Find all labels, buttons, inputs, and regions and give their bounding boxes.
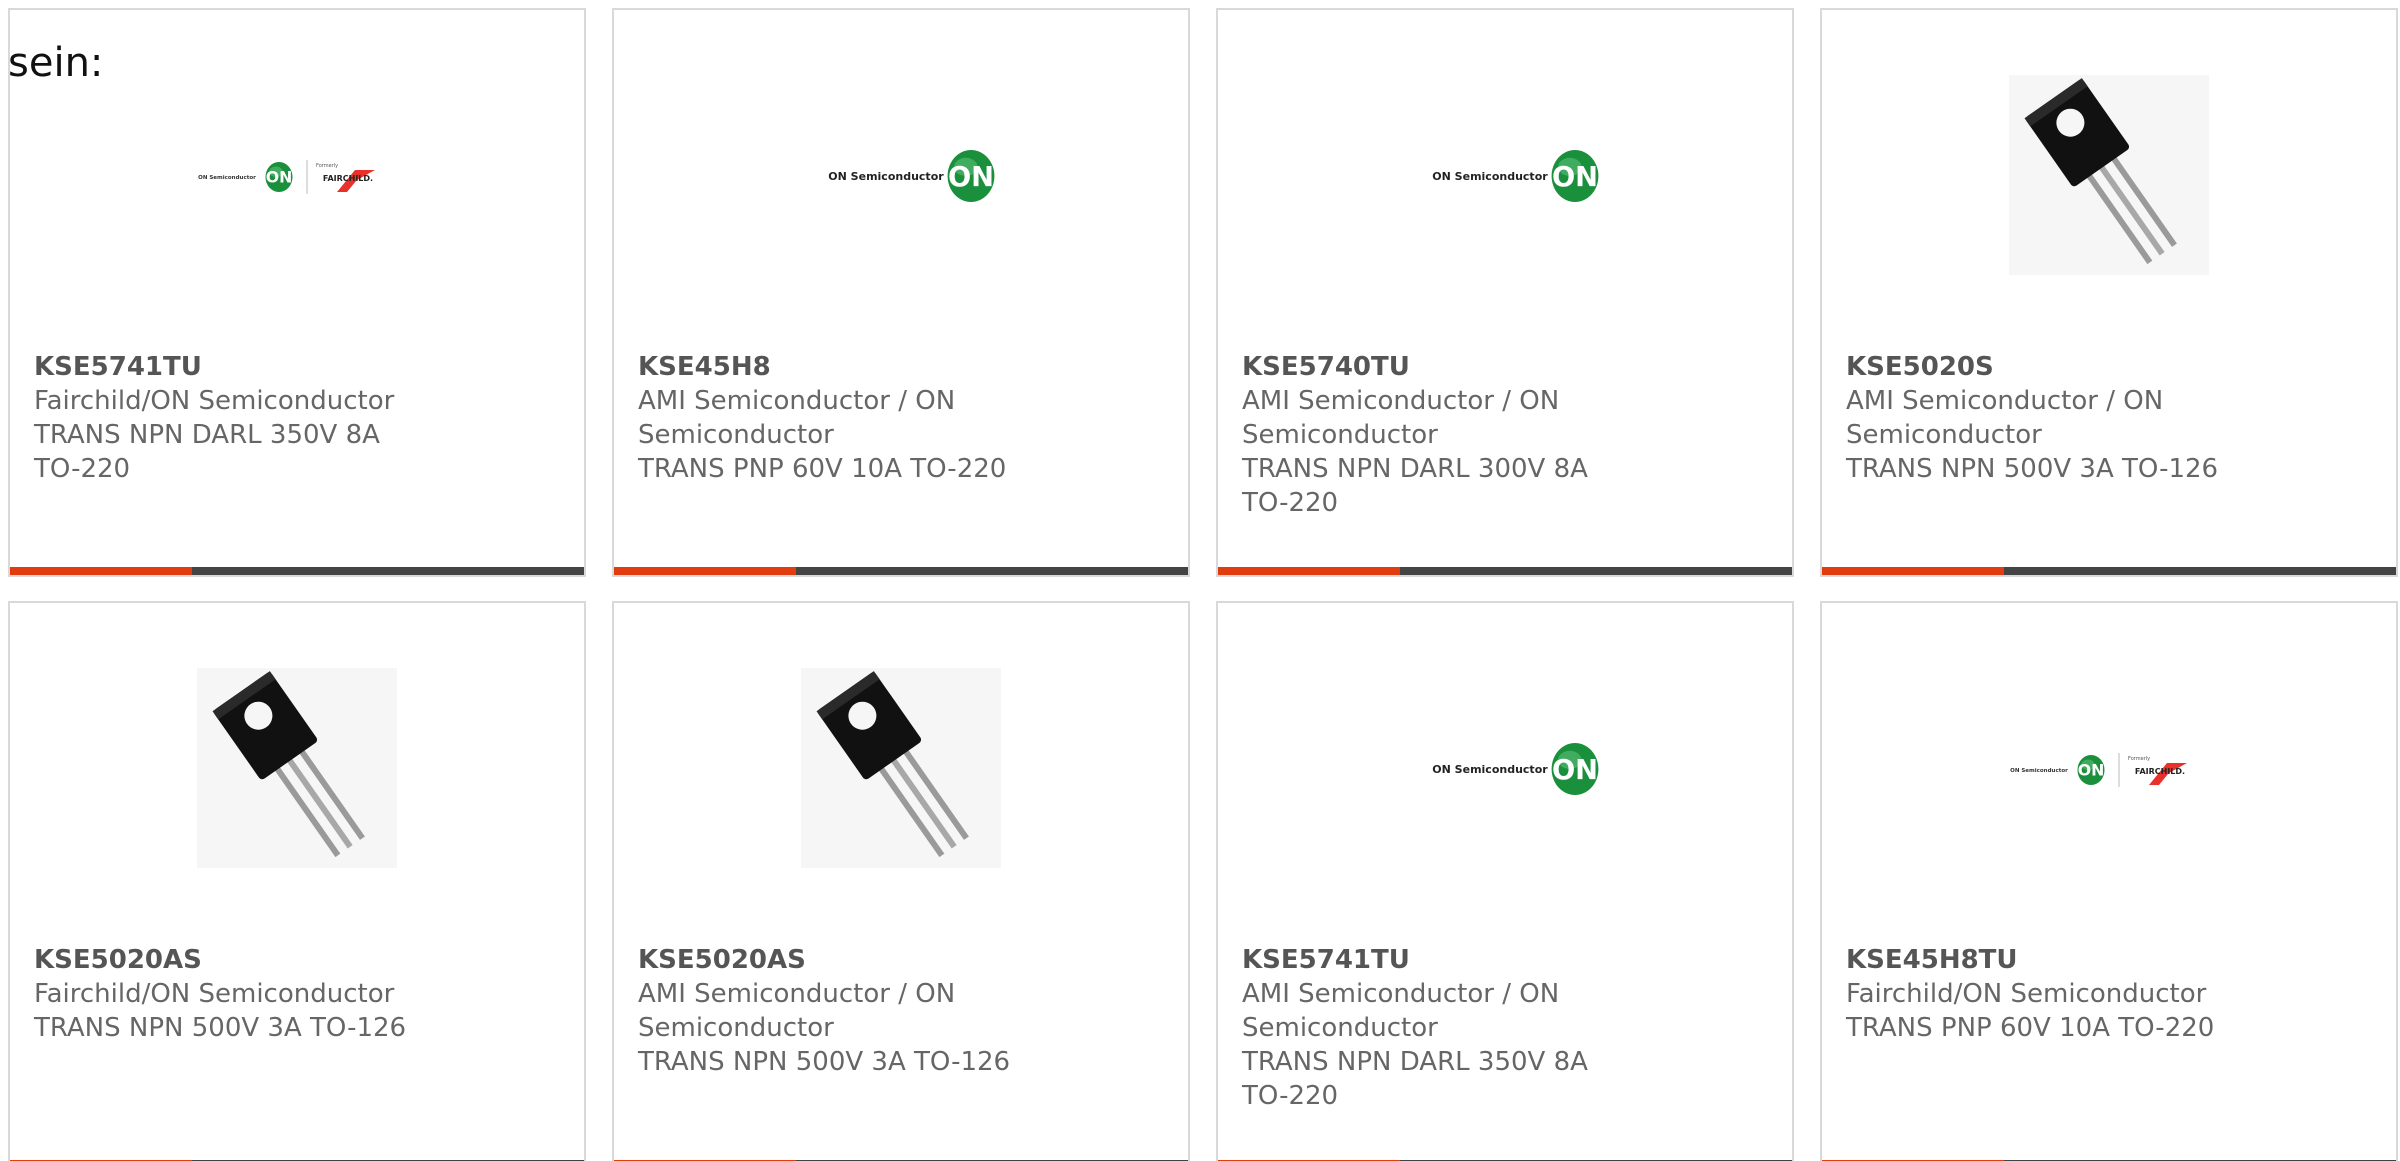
on-semiconductor-logo: ON Semiconductor ON xyxy=(1432,743,1599,795)
product-description: TRANS NPN 500V 3A TO-126 xyxy=(638,1047,1011,1077)
manufacturer-name: Fairchild/ON Semiconductor xyxy=(1846,979,2207,1009)
svg-text:Formerly: Formerly xyxy=(2128,756,2150,762)
card-bar-accent xyxy=(10,567,192,575)
on-badge-icon: ON xyxy=(947,150,995,202)
svg-text:Formerly: Formerly xyxy=(316,163,338,169)
fairchild-logo: FAIRCHILD. xyxy=(323,170,375,192)
product-info: KSE45H8TU Fairchild/ON Semiconductor TRA… xyxy=(1846,943,2246,1045)
product-card[interactable]: KSE5020AS Fairchild/ON Semiconductor TRA… xyxy=(8,601,586,1161)
part-number[interactable]: KSE5741TU xyxy=(34,350,434,384)
manufacturer-name: AMI Semiconductor / ON Semiconductor xyxy=(1242,386,1560,450)
svg-text:ON: ON xyxy=(1552,755,1598,786)
product-card[interactable]: ON Semiconductor ON Formerly FAIRCHILD. KSE… xyxy=(8,8,586,577)
svg-text:ON: ON xyxy=(2078,761,2105,780)
svg-text:FAIRCHILD.: FAIRCHILD. xyxy=(323,174,373,183)
on-semiconductor-logo: ON Semiconductor ON xyxy=(828,150,995,202)
card-bar-accent xyxy=(1822,567,2004,575)
intro-text: sein: xyxy=(8,40,104,86)
product-info: KSE5020AS AMI Semiconductor / ON Semicon… xyxy=(638,943,1038,1079)
svg-text:ON Semiconductor: ON Semiconductor xyxy=(198,175,256,181)
svg-text:FAIRCHILD.: FAIRCHILD. xyxy=(2135,767,2185,776)
part-number[interactable]: KSE5020S xyxy=(1846,350,2246,384)
card-bottom-bar xyxy=(1218,567,1792,575)
product-image xyxy=(1822,10,2396,340)
product-image: ON Semiconductor ON xyxy=(1218,603,1792,933)
product-info: KSE5020AS Fairchild/ON Semiconductor TRA… xyxy=(34,943,434,1045)
on-semiconductor-wordmark: ON Semiconductor xyxy=(1432,170,1548,183)
product-card[interactable]: ON Semiconductor ON KSE5741TU AMI Semicon… xyxy=(1216,601,1794,1161)
product-description: TRANS NPN DARL 350V 8A TO-220 xyxy=(34,420,380,484)
svg-text:ON: ON xyxy=(948,162,994,193)
manufacturer-name: AMI Semiconductor / ON Semiconductor xyxy=(638,386,956,450)
on-semiconductor-logo: ON Semiconductor ON xyxy=(1432,150,1599,202)
fairchild-logo: FAIRCHILD. xyxy=(2135,763,2187,785)
on-badge-icon: ON xyxy=(1551,150,1599,202)
part-number[interactable]: KSE45H8TU xyxy=(1846,943,2246,977)
manufacturer-name: Fairchild/ON Semiconductor xyxy=(34,386,395,416)
product-grid-page: sein: ON Semiconductor ON Formerly FAIRCHIL… xyxy=(0,0,2400,1161)
product-image: ON Semiconductor ON Formerly FAIRCHILD. xyxy=(1822,603,2396,933)
product-description: TRANS PNP 60V 10A TO-220 xyxy=(638,454,1007,484)
to-126-transistor-photo xyxy=(801,668,1001,868)
manufacturer-name: AMI Semiconductor / ON Semiconductor xyxy=(638,979,956,1043)
manufacturer-name: Fairchild/ON Semiconductor xyxy=(34,979,395,1009)
product-card[interactable]: KSE5020S AMI Semiconductor / ON Semicond… xyxy=(1820,8,2398,577)
on-badge-icon: ON xyxy=(2077,755,2105,785)
part-number[interactable]: KSE5020AS xyxy=(34,943,434,977)
product-image xyxy=(10,603,584,933)
product-info: KSE45H8 AMI Semiconductor / ON Semicondu… xyxy=(638,350,1038,486)
product-info: KSE5741TU AMI Semiconductor / ON Semicon… xyxy=(1242,943,1642,1113)
product-card[interactable]: ON Semiconductor ON Formerly FAIRCHILD. KSE… xyxy=(1820,601,2398,1161)
card-bar-accent xyxy=(1218,567,1400,575)
product-description: TRANS NPN 500V 3A TO-126 xyxy=(1846,454,2219,484)
product-image xyxy=(614,603,1188,933)
product-description: TRANS PNP 60V 10A TO-220 xyxy=(1846,1013,2215,1043)
product-description: TRANS NPN DARL 350V 8A TO-220 xyxy=(1242,1047,1588,1111)
product-info: KSE5741TU Fairchild/ON Semiconductor TRA… xyxy=(34,350,434,486)
product-description: TRANS NPN 500V 3A TO-126 xyxy=(34,1013,407,1043)
part-number[interactable]: KSE5740TU xyxy=(1242,350,1642,384)
svg-text:ON: ON xyxy=(266,168,293,187)
product-info: KSE5020S AMI Semiconductor / ON Semicond… xyxy=(1846,350,2246,486)
to-126-transistor-photo xyxy=(197,668,397,868)
on-badge-icon: ON xyxy=(1551,743,1599,795)
product-card[interactable]: ON Semiconductor ON KSE5740TU AMI Semicon… xyxy=(1216,8,1794,577)
product-card[interactable]: KSE5020AS AMI Semiconductor / ON Semicon… xyxy=(612,601,1190,1161)
product-card[interactable]: ON Semiconductor ON KSE45H8 AMI Semicondu… xyxy=(612,8,1190,577)
on-semiconductor-wordmark: ON Semiconductor xyxy=(828,170,944,183)
to-126-transistor-photo xyxy=(2009,75,2209,275)
on-badge-icon: ON xyxy=(265,162,293,192)
card-bottom-bar xyxy=(614,567,1188,575)
product-image: ON Semiconductor ON xyxy=(614,10,1188,340)
part-number[interactable]: KSE5020AS xyxy=(638,943,1038,977)
svg-text:ON Semiconductor: ON Semiconductor xyxy=(2010,768,2068,774)
on-fairchild-logo: ON Semiconductor ON Formerly FAIRCHILD. xyxy=(198,160,375,194)
on-fairchild-logo: ON Semiconductor ON Formerly FAIRCHILD. xyxy=(2010,753,2187,787)
svg-text:ON: ON xyxy=(1552,162,1598,193)
manufacturer-name: AMI Semiconductor / ON Semiconductor xyxy=(1846,386,2164,450)
product-image: ON Semiconductor ON xyxy=(1218,10,1792,340)
card-bottom-bar xyxy=(10,567,584,575)
card-bar-accent xyxy=(614,567,796,575)
on-semiconductor-wordmark: ON Semiconductor xyxy=(1432,763,1548,776)
part-number[interactable]: KSE45H8 xyxy=(638,350,1038,384)
card-bottom-bar xyxy=(1822,567,2396,575)
product-info: KSE5740TU AMI Semiconductor / ON Semicon… xyxy=(1242,350,1642,520)
product-card-grid: ON Semiconductor ON Formerly FAIRCHILD. KSE… xyxy=(8,8,2398,1161)
product-description: TRANS NPN DARL 300V 8A TO-220 xyxy=(1242,454,1588,518)
manufacturer-name: AMI Semiconductor / ON Semiconductor xyxy=(1242,979,1560,1043)
part-number[interactable]: KSE5741TU xyxy=(1242,943,1642,977)
